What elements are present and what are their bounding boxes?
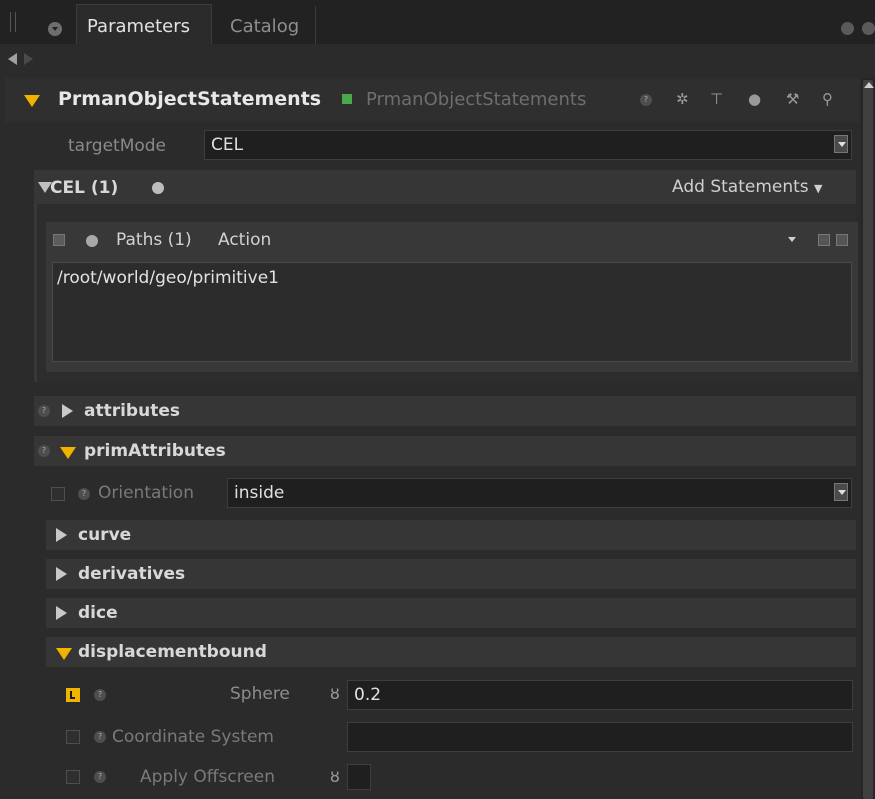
float-panel-icon[interactable] [841,22,854,35]
dropdown-arrow-icon[interactable] [834,483,848,501]
scrollbar-thumb[interactable] [863,80,873,799]
orientation-enable-checkbox[interactable] [51,487,65,501]
target-mode-dropdown[interactable]: CEL [204,130,852,160]
path-entry: /root/world/geo/primitive1 [57,268,279,288]
tab-parameters-label: Parameters [87,16,191,37]
tab-catalog[interactable]: Catalog [216,6,316,44]
forward-arrow-icon[interactable] [24,53,33,65]
help-icon[interactable]: ? [78,488,90,500]
expand-icon[interactable] [56,567,67,581]
history-nav-bar [0,44,875,76]
expand-icon[interactable] [62,404,73,418]
dropdown-arrow-icon[interactable] [834,135,848,153]
displacementbound-label: displacementbound [78,642,267,662]
help-icon[interactable]: ? [38,405,50,417]
help-icon[interactable]: ? [94,771,106,783]
cel-group-label: CEL (1) [50,178,119,198]
apply-offscreen-label: Apply Offscreen [140,767,276,787]
scroll-up-icon[interactable] [864,82,874,88]
paths-label: Paths (1) [116,230,192,250]
paths-textarea[interactable]: /root/world/geo/primitive1 [52,262,852,362]
panel-grip-handle[interactable] [10,12,16,32]
collapse-icon[interactable] [56,648,72,660]
help-icon[interactable]: ? [38,445,50,457]
coordinate-system-label: Coordinate System [112,727,274,747]
help-icon[interactable]: ? [94,689,106,701]
back-arrow-icon[interactable] [8,53,17,65]
derivatives-label: derivatives [78,564,186,584]
keyframe-icon[interactable]: ȣ [330,767,340,786]
gear-icon[interactable]: ✲ [676,90,689,108]
attributes-label: attributes [84,401,180,421]
node-collapse-icon[interactable] [24,95,40,107]
close-panel-icon[interactable] [862,22,875,35]
sphere-enable-checkbox[interactable] [66,688,80,702]
coordinate-system-input[interactable] [347,722,853,752]
curve-label: curve [78,525,132,545]
sphere-label: Sphere [230,684,290,704]
cel-menu-icon[interactable] [152,182,164,194]
sphere-input[interactable]: 0.2 [347,680,853,710]
orientation-label: Orientation [98,483,194,503]
collapse-icon[interactable] [60,447,76,459]
paths-menu-icon[interactable] [86,235,98,247]
node-type-label: PrmanObjectStatements [366,89,587,110]
expand-icon[interactable] [56,606,67,620]
node-name[interactable]: PrmanObjectStatements [58,88,321,110]
dice-label: dice [78,603,118,623]
node-state-indicator [342,94,352,104]
dice-group-header[interactable] [46,598,856,628]
prim-attributes-label: primAttributes [84,441,226,461]
paths-remove-icon[interactable] [836,234,848,246]
chevron-down-icon: ▼ [814,182,823,195]
comment-icon[interactable]: ● [748,90,761,108]
orientation-dropdown[interactable]: inside [227,478,852,508]
help-icon[interactable]: ? [94,731,106,743]
keyframe-icon[interactable]: ȣ [330,684,340,703]
tab-parameters[interactable]: Parameters [76,4,212,44]
graph-icon[interactable]: ⊤ [710,90,723,108]
search-icon[interactable]: ⚲ [822,90,833,108]
apply-offscreen-checkbox[interactable] [347,764,371,790]
tab-catalog-label: Catalog [230,16,300,37]
orientation-value: inside [234,483,285,503]
target-mode-label: targetMode [68,136,167,156]
expand-icon[interactable] [56,528,67,542]
coordinate-system-enable-checkbox[interactable] [66,730,80,744]
add-statements-button[interactable]: Add Statements ▼ [672,177,823,197]
apply-offscreen-enable-checkbox[interactable] [66,770,80,784]
drag-handle-icon[interactable] [53,234,65,246]
action-label[interactable]: Action [218,230,271,250]
curve-group-header[interactable] [46,520,856,550]
target-mode-value: CEL [211,135,244,155]
paths-expand-icon[interactable] [818,234,830,246]
panel-menu-icon[interactable] [48,22,62,36]
wrench-icon[interactable]: ⚒ [786,90,799,108]
add-statements-label: Add Statements [672,177,809,197]
help-icon[interactable]: ? [640,94,652,106]
sphere-value: 0.2 [354,685,382,705]
paths-dropdown-icon[interactable] [788,237,796,242]
